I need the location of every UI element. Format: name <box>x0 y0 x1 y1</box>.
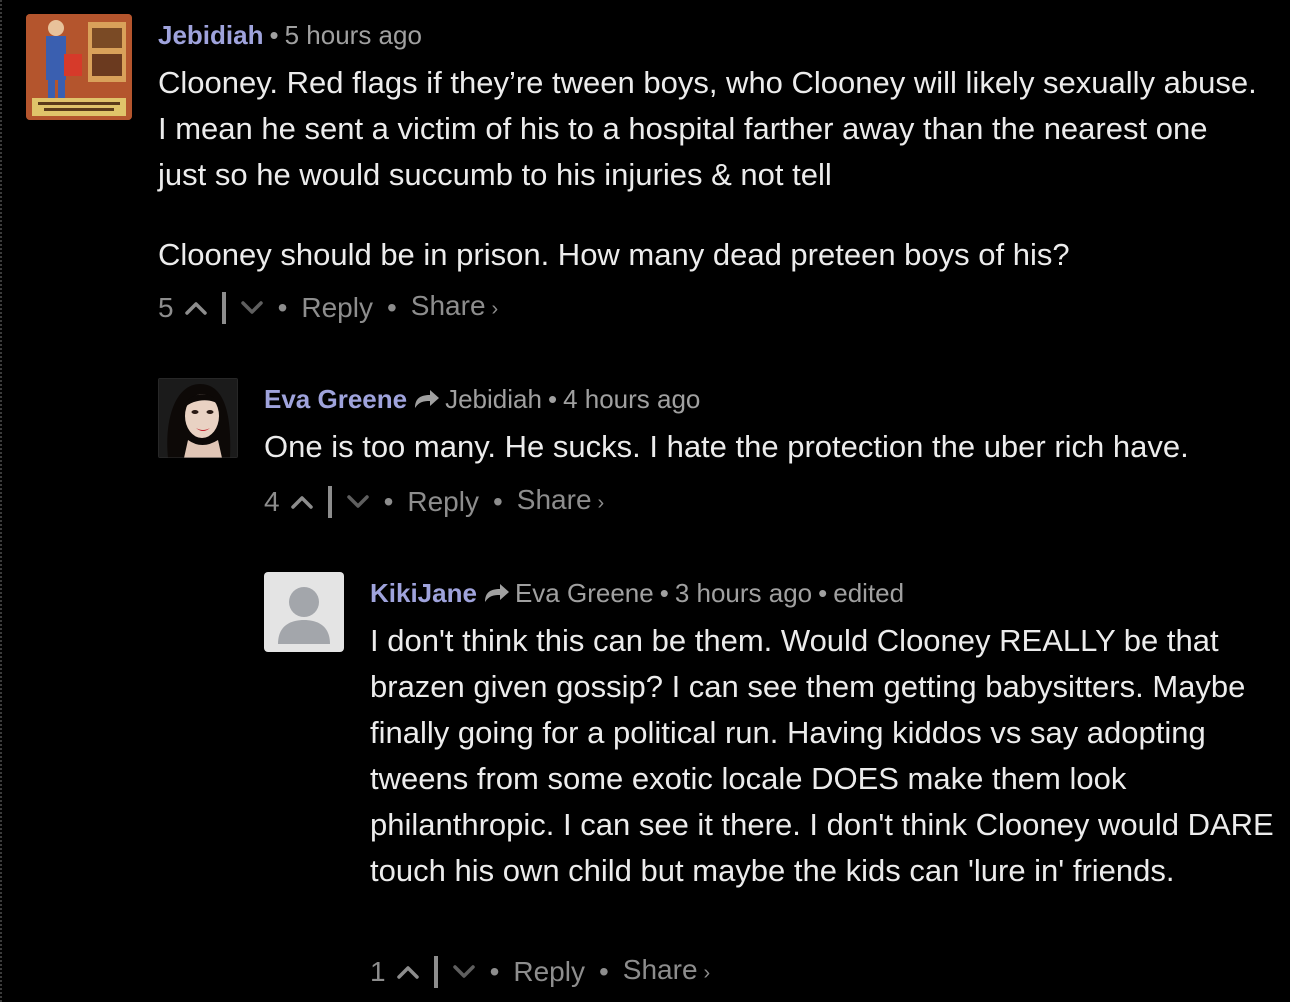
meta-separator: • <box>659 578 669 608</box>
meta-separator: • <box>818 578 828 608</box>
action-separator: • <box>598 955 609 987</box>
comment-body: I don't think this can be them. Would Cl… <box>370 618 1285 894</box>
action-separator: • <box>489 955 500 987</box>
reply-to-name[interactable]: Eva Greene <box>515 578 654 608</box>
share-label: Share <box>622 954 698 985</box>
comment-paragraph: I don't think this can be them. Would Cl… <box>370 623 1274 888</box>
comment-actions: 1 • Reply • Share › <box>370 954 710 989</box>
comment-thread: Jebidiah • 5 hours ago Clooney. Red flags … <box>0 0 1290 1002</box>
reply-button[interactable]: Reply <box>513 956 585 988</box>
timestamp[interactable]: 3 hours ago <box>675 578 812 608</box>
reply-arrow-icon <box>483 580 511 610</box>
comment-meta: KikiJane Eva Greene • 3 hours ago • edited <box>370 578 904 610</box>
downvote-icon[interactable] <box>452 960 476 984</box>
edited-label: edited <box>833 578 905 608</box>
comment-kikijane: KikiJane Eva Greene • 3 hours ago • edited I … <box>2 0 1290 1002</box>
vote-divider <box>433 955 438 988</box>
upvote-count: 1 <box>370 955 386 987</box>
share-button[interactable]: Share › <box>623 954 710 989</box>
chevron-right-icon: › <box>703 962 711 984</box>
upvote-icon[interactable] <box>396 960 420 984</box>
default-user-avatar-icon[interactable] <box>264 572 344 652</box>
author-name[interactable]: KikiJane <box>370 578 477 608</box>
